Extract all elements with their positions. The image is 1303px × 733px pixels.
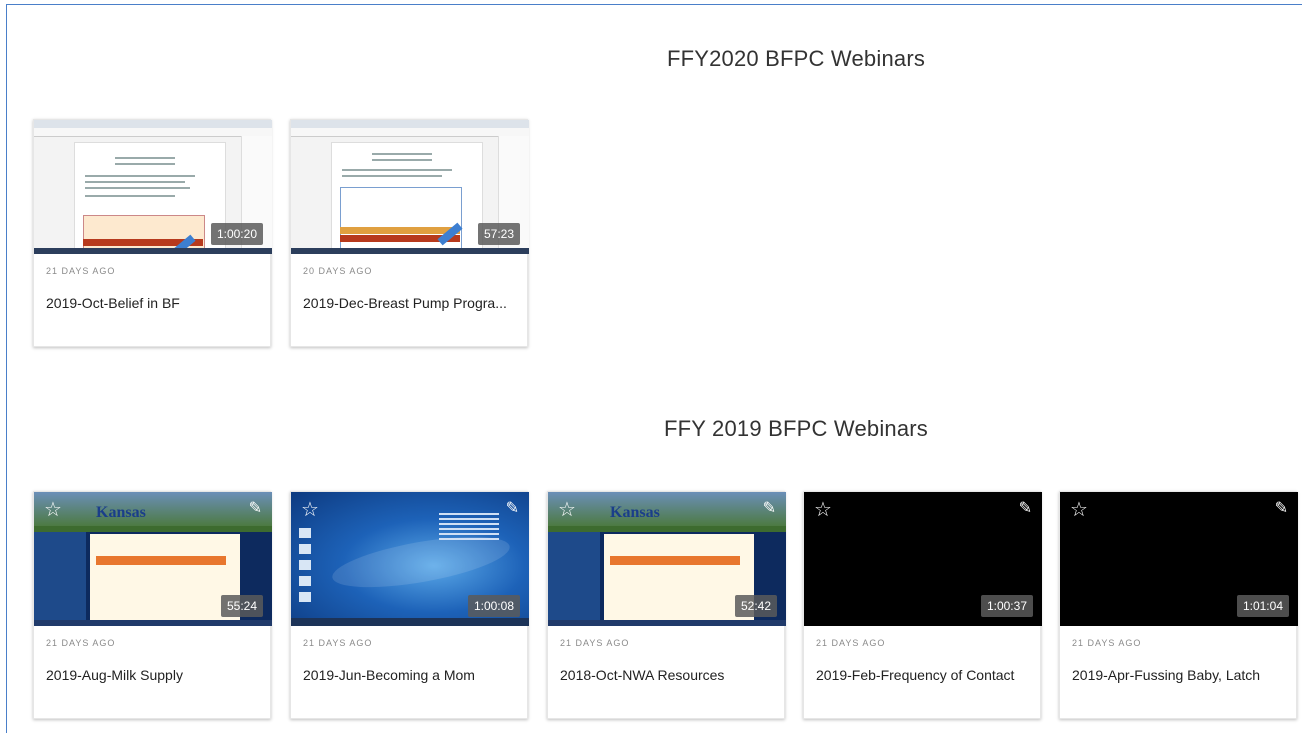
video-title[interactable]: 2018-Oct-NWA Resources bbox=[560, 667, 772, 683]
video-card[interactable]: ☆ ✎ 1:00:37 21 DAYS AGO 2019-Feb-Frequen… bbox=[803, 491, 1042, 719]
video-card[interactable]: 57:23 20 DAYS AGO 2019-Dec-Breast Pump P… bbox=[290, 119, 529, 347]
thumbnail-logo: Kansas bbox=[96, 504, 146, 521]
video-card[interactable]: ☆ ✎ 1:00:08 21 DAYS AGO 2019-Jun-Becomin… bbox=[290, 491, 529, 719]
video-title[interactable]: 2019-Feb-Frequency of Contact bbox=[816, 667, 1028, 683]
upload-age: 21 DAYS AGO bbox=[46, 638, 116, 648]
duration-badge: 52:42 bbox=[734, 595, 777, 617]
upload-age: 20 DAYS AGO bbox=[303, 266, 373, 276]
star-outline-icon[interactable]: ☆ bbox=[1070, 500, 1088, 520]
video-thumbnail[interactable]: ☆ ✎ 1:00:08 bbox=[291, 492, 529, 626]
duration-badge: 57:23 bbox=[477, 223, 520, 245]
upload-age: 21 DAYS AGO bbox=[560, 638, 630, 648]
video-thumbnail[interactable]: 57:23 bbox=[291, 120, 529, 254]
video-thumbnail[interactable]: ☆ ✎ 1:01:04 bbox=[1060, 492, 1298, 626]
star-outline-icon[interactable]: ☆ bbox=[44, 500, 62, 520]
video-thumbnail[interactable]: 1:00:20 bbox=[34, 120, 272, 254]
duration-badge: 1:01:04 bbox=[1236, 595, 1289, 617]
upload-age: 21 DAYS AGO bbox=[816, 638, 886, 648]
thumbnail-logo: Kansas bbox=[610, 504, 660, 521]
video-title[interactable]: 2019-Dec-Breast Pump Progra... bbox=[303, 295, 515, 311]
star-outline-icon[interactable]: ☆ bbox=[814, 500, 832, 520]
video-title[interactable]: 2019-Oct-Belief in BF bbox=[46, 295, 258, 311]
duration-badge: 55:24 bbox=[220, 595, 263, 617]
video-title[interactable]: 2019-Apr-Fussing Baby, Latch bbox=[1072, 667, 1284, 683]
pencil-icon[interactable]: ✎ bbox=[763, 500, 776, 518]
video-card[interactable]: ☆ ✎ 1:01:04 21 DAYS AGO 2019-Apr-Fussing… bbox=[1059, 491, 1298, 719]
pencil-icon[interactable]: ✎ bbox=[249, 500, 262, 518]
star-outline-icon[interactable]: ☆ bbox=[558, 500, 576, 520]
pencil-icon[interactable]: ✎ bbox=[506, 500, 519, 518]
pencil-icon[interactable]: ✎ bbox=[1019, 500, 1032, 518]
video-thumbnail[interactable]: Kansas ☆ ✎ 52:42 bbox=[548, 492, 786, 626]
video-title[interactable]: 2019-Jun-Becoming a Mom bbox=[303, 667, 515, 683]
upload-age: 21 DAYS AGO bbox=[1072, 638, 1142, 648]
video-thumbnail[interactable]: Kansas ☆ ✎ 55:24 bbox=[34, 492, 272, 626]
duration-badge: 1:00:20 bbox=[210, 223, 263, 245]
duration-badge: 1:00:37 bbox=[980, 595, 1033, 617]
video-card[interactable]: Kansas ☆ ✎ 52:42 21 DAYS AGO 2018-Oct-NW… bbox=[547, 491, 786, 719]
upload-age: 21 DAYS AGO bbox=[303, 638, 373, 648]
video-card[interactable]: Kansas ☆ ✎ 55:24 21 DAYS AGO 2019-Aug-Mi… bbox=[33, 491, 272, 719]
video-title[interactable]: 2019-Aug-Milk Supply bbox=[46, 667, 258, 683]
star-outline-icon[interactable]: ☆ bbox=[301, 500, 319, 520]
section-title-ffy2020: FFY2020 BFPC Webinars bbox=[666, 46, 926, 71]
upload-age: 21 DAYS AGO bbox=[46, 266, 116, 276]
section-title-ffy2019: FFY 2019 BFPC Webinars bbox=[663, 416, 929, 441]
video-thumbnail[interactable]: ☆ ✎ 1:00:37 bbox=[804, 492, 1042, 626]
duration-badge: 1:00:08 bbox=[467, 595, 520, 617]
pencil-icon[interactable]: ✎ bbox=[1275, 500, 1288, 518]
video-card[interactable]: 1:00:20 21 DAYS AGO 2019-Oct-Belief in B… bbox=[33, 119, 272, 347]
